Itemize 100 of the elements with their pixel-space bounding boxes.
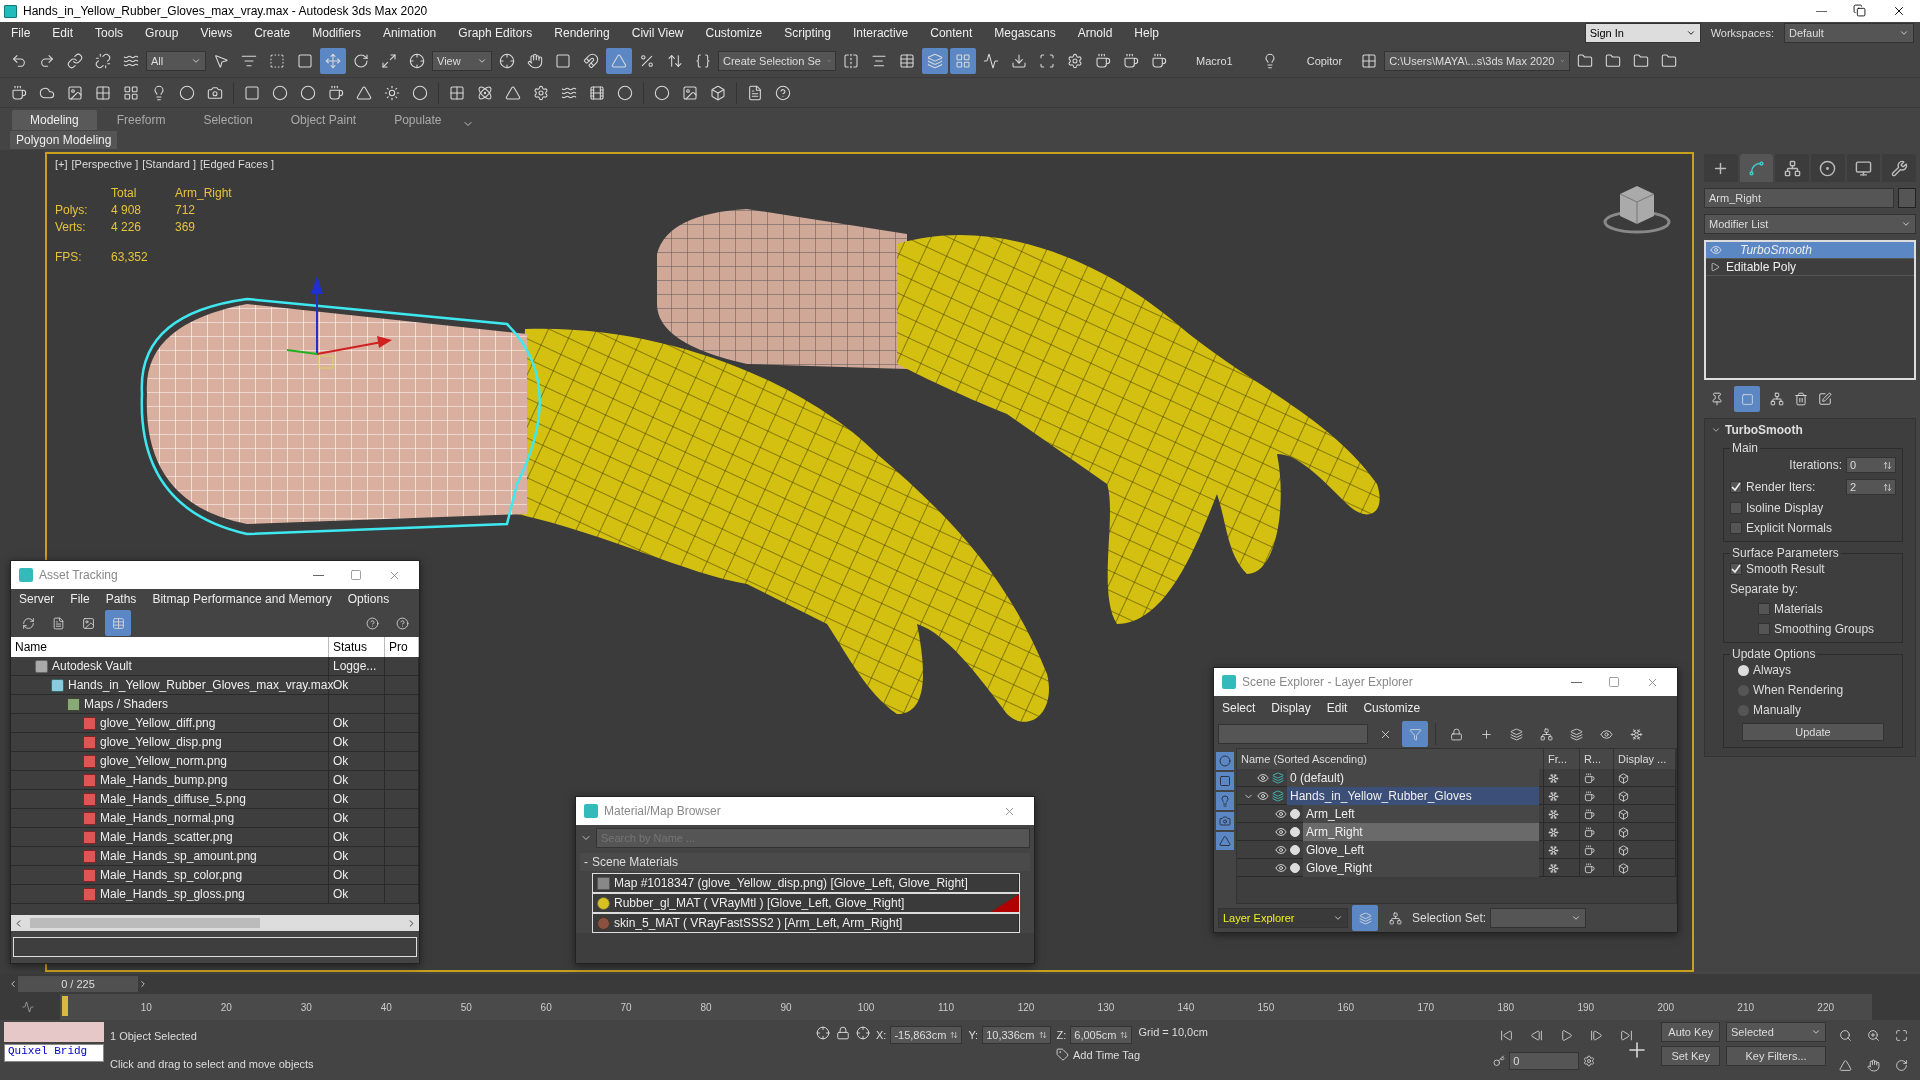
named-selection-dropdown[interactable]: Create Selection Se (718, 50, 836, 71)
menu-item[interactable]: File (0, 26, 42, 40)
coordinate-field[interactable]: 6,005cm (1070, 1026, 1133, 1044)
ribbon-tab[interactable]: Freeform (98, 110, 184, 130)
menu-item[interactable]: Customize (1355, 701, 1429, 715)
window-title: Scene Explorer - Layer Explorer (1242, 675, 1413, 689)
frame-tick-label: 220 (1817, 1002, 1834, 1013)
radio-label: When Rendering (1753, 683, 1844, 697)
explorer-mode-dropdown[interactable]: Layer Explorer (1218, 908, 1348, 928)
auto-key-button[interactable]: Auto Key (1661, 1022, 1720, 1042)
asset-name[interactable]: Hands_in_Yellow_Rubber_Gloves_max_vray.max (68, 678, 334, 692)
asset-status: Ok (333, 678, 349, 692)
ribbon-panel-label[interactable]: Polygon Modeling (10, 131, 118, 149)
asset-name[interactable]: Male_Hands_bump.png (100, 773, 228, 787)
track-bar[interactable]: 10 20 30 40 50 60 70 80 90 100 110 120 130 140 150 160 170 180 190 200 210 220 (60, 994, 1872, 1020)
menu-item[interactable]: Scripting (773, 26, 842, 40)
ribbon-tab[interactable]: Populate (376, 110, 460, 130)
menu-item[interactable]: Content (919, 26, 984, 40)
menu-item[interactable]: Group (134, 26, 190, 40)
current-frame-field[interactable]: 0 (1509, 1052, 1580, 1070)
menu-item[interactable]: Select (1214, 701, 1264, 715)
modifier-list-dropdown[interactable]: Modifier List (1704, 214, 1916, 234)
project-folder-dropdown[interactable]: C:\Users\MAYA\...s\3ds Max 2020 (1384, 50, 1571, 71)
rollout-title[interactable]: TurboSmooth (1725, 423, 1803, 437)
asset-name[interactable]: Male_Hands_sp_amount.png (100, 849, 257, 863)
menu-item[interactable]: Interactive (841, 26, 920, 40)
group-title: Main (1732, 441, 1758, 455)
menu-item[interactable]: Civil View (620, 26, 695, 40)
menu-item[interactable]: Graph Editors (447, 26, 544, 40)
render-iters-spinner[interactable]: 2 (1846, 479, 1896, 495)
key-mode-dropdown[interactable]: Selected (1726, 1022, 1826, 1042)
sign-in-dropdown[interactable]: Sign In (1584, 23, 1701, 43)
asset-name[interactable]: Male_Hands_sp_color.png (100, 868, 243, 882)
menu-item[interactable]: Views (189, 26, 244, 40)
menu-item[interactable]: Edit (1318, 701, 1356, 715)
layer-tree-item[interactable]: 0 (default) (1287, 769, 1539, 787)
viewport-label[interactable]: [Edged Faces ] (200, 158, 274, 170)
menu-item[interactable]: Paths (97, 592, 145, 606)
asset-name[interactable]: Autodesk Vault (52, 659, 132, 673)
layer-tree-item[interactable]: Glove_Left (1303, 841, 1539, 859)
asset-name[interactable]: Male_Hands_sp_gloss.png (100, 887, 245, 901)
macro-label[interactable]: Macro1 (1196, 54, 1233, 67)
menu-item[interactable]: Megascans (983, 26, 1067, 40)
frame-tick-label: 150 (1257, 1002, 1275, 1013)
coordinate-field[interactable]: 10,336cm (982, 1026, 1051, 1044)
checkbox-label: Render Iters: (1746, 480, 1816, 494)
maxscript-field[interactable]: Quixel Bridg (4, 1044, 104, 1062)
menu-item[interactable]: Animation (371, 26, 448, 40)
radio-label: Manually (1753, 703, 1802, 717)
menu-item[interactable]: Customize (694, 26, 774, 40)
menu-item[interactable]: Modifiers (301, 26, 372, 40)
checkbox-label: Smoothing Groups (1774, 622, 1875, 636)
menu-item[interactable]: Options (339, 592, 398, 606)
workspace-dropdown[interactable]: Default (1784, 23, 1914, 43)
menu-item[interactable]: Arnold (1066, 26, 1124, 40)
asset-name[interactable]: Male_Hands_scatter.png (100, 830, 233, 844)
frame-counter[interactable]: 0 / 225 (18, 976, 138, 992)
asset-status: Ok (333, 811, 349, 825)
viewport-label[interactable]: [Perspective ] (71, 158, 139, 170)
menu-item[interactable]: File (62, 592, 98, 606)
frame-tick-label: 70 (620, 1002, 632, 1013)
viewport-label[interactable]: [Standard ] (142, 158, 196, 170)
viewport-label[interactable]: [+] (55, 158, 68, 170)
ribbon-tab[interactable]: Selection (185, 110, 271, 130)
selection-filter-dropdown[interactable]: All (146, 50, 206, 71)
asset-name[interactable]: Maps / Shaders (84, 697, 169, 711)
coordinate-field[interactable]: -15,863cm (890, 1026, 963, 1044)
layer-tree-item[interactable]: Arm_Left (1303, 805, 1539, 823)
set-key-button[interactable]: Set Key (1661, 1046, 1720, 1066)
radio-label: Always (1753, 663, 1791, 677)
asset-name[interactable]: glove_Yellow_disp.png (100, 735, 222, 749)
menu-item[interactable]: Help (1123, 26, 1171, 40)
update-button[interactable]: Update (1742, 723, 1884, 741)
copitor-label[interactable]: Copitor (1306, 54, 1343, 67)
reference-coordinate-dropdown[interactable]: View (432, 50, 492, 71)
menu-item[interactable]: Edit (41, 26, 85, 40)
iterations-spinner[interactable]: 0 (1846, 457, 1896, 473)
object-name-field[interactable]: Arm_Right (1704, 188, 1894, 208)
ribbon-tab[interactable]: Modeling (12, 110, 97, 130)
add-time-tag[interactable]: Add Time Tag (1073, 1048, 1141, 1061)
asset-name[interactable]: glove_Yellow_norm.png (100, 754, 227, 768)
modifier-stack-item[interactable]: Editable Poly (1724, 260, 1797, 274)
layer-tree-item[interactable]: Arm_Right (1303, 823, 1539, 841)
menu-item[interactable]: Rendering (543, 26, 621, 40)
frame-tick-label: 50 (460, 1002, 472, 1013)
ribbon-tab[interactable]: Object Paint (272, 110, 375, 130)
key-filters-button[interactable]: Key Filters... (1726, 1046, 1826, 1066)
frame-tick-label: 60 (540, 1002, 552, 1013)
asset-name[interactable]: Male_Hands_normal.png (100, 811, 235, 825)
asset-name[interactable]: glove_Yellow_diff.png (100, 716, 216, 730)
menu-item[interactable]: Bitmap Performance and Memory (144, 592, 340, 606)
menu-item[interactable]: Create (243, 26, 302, 40)
layer-tree-item[interactable]: Glove_Right (1303, 859, 1539, 877)
asset-name[interactable]: Male_Hands_diffuse_5.png (100, 792, 246, 806)
frame-tick-label: 210 (1737, 1002, 1755, 1013)
menu-item[interactable]: Tools (84, 26, 135, 40)
asset-status: Ok (333, 849, 349, 863)
stats-header: Total (111, 186, 138, 200)
layer-tree-item[interactable]: Hands_in_Yellow_Rubber_Gloves (1287, 787, 1539, 805)
menu-item[interactable]: Display (1263, 701, 1319, 715)
